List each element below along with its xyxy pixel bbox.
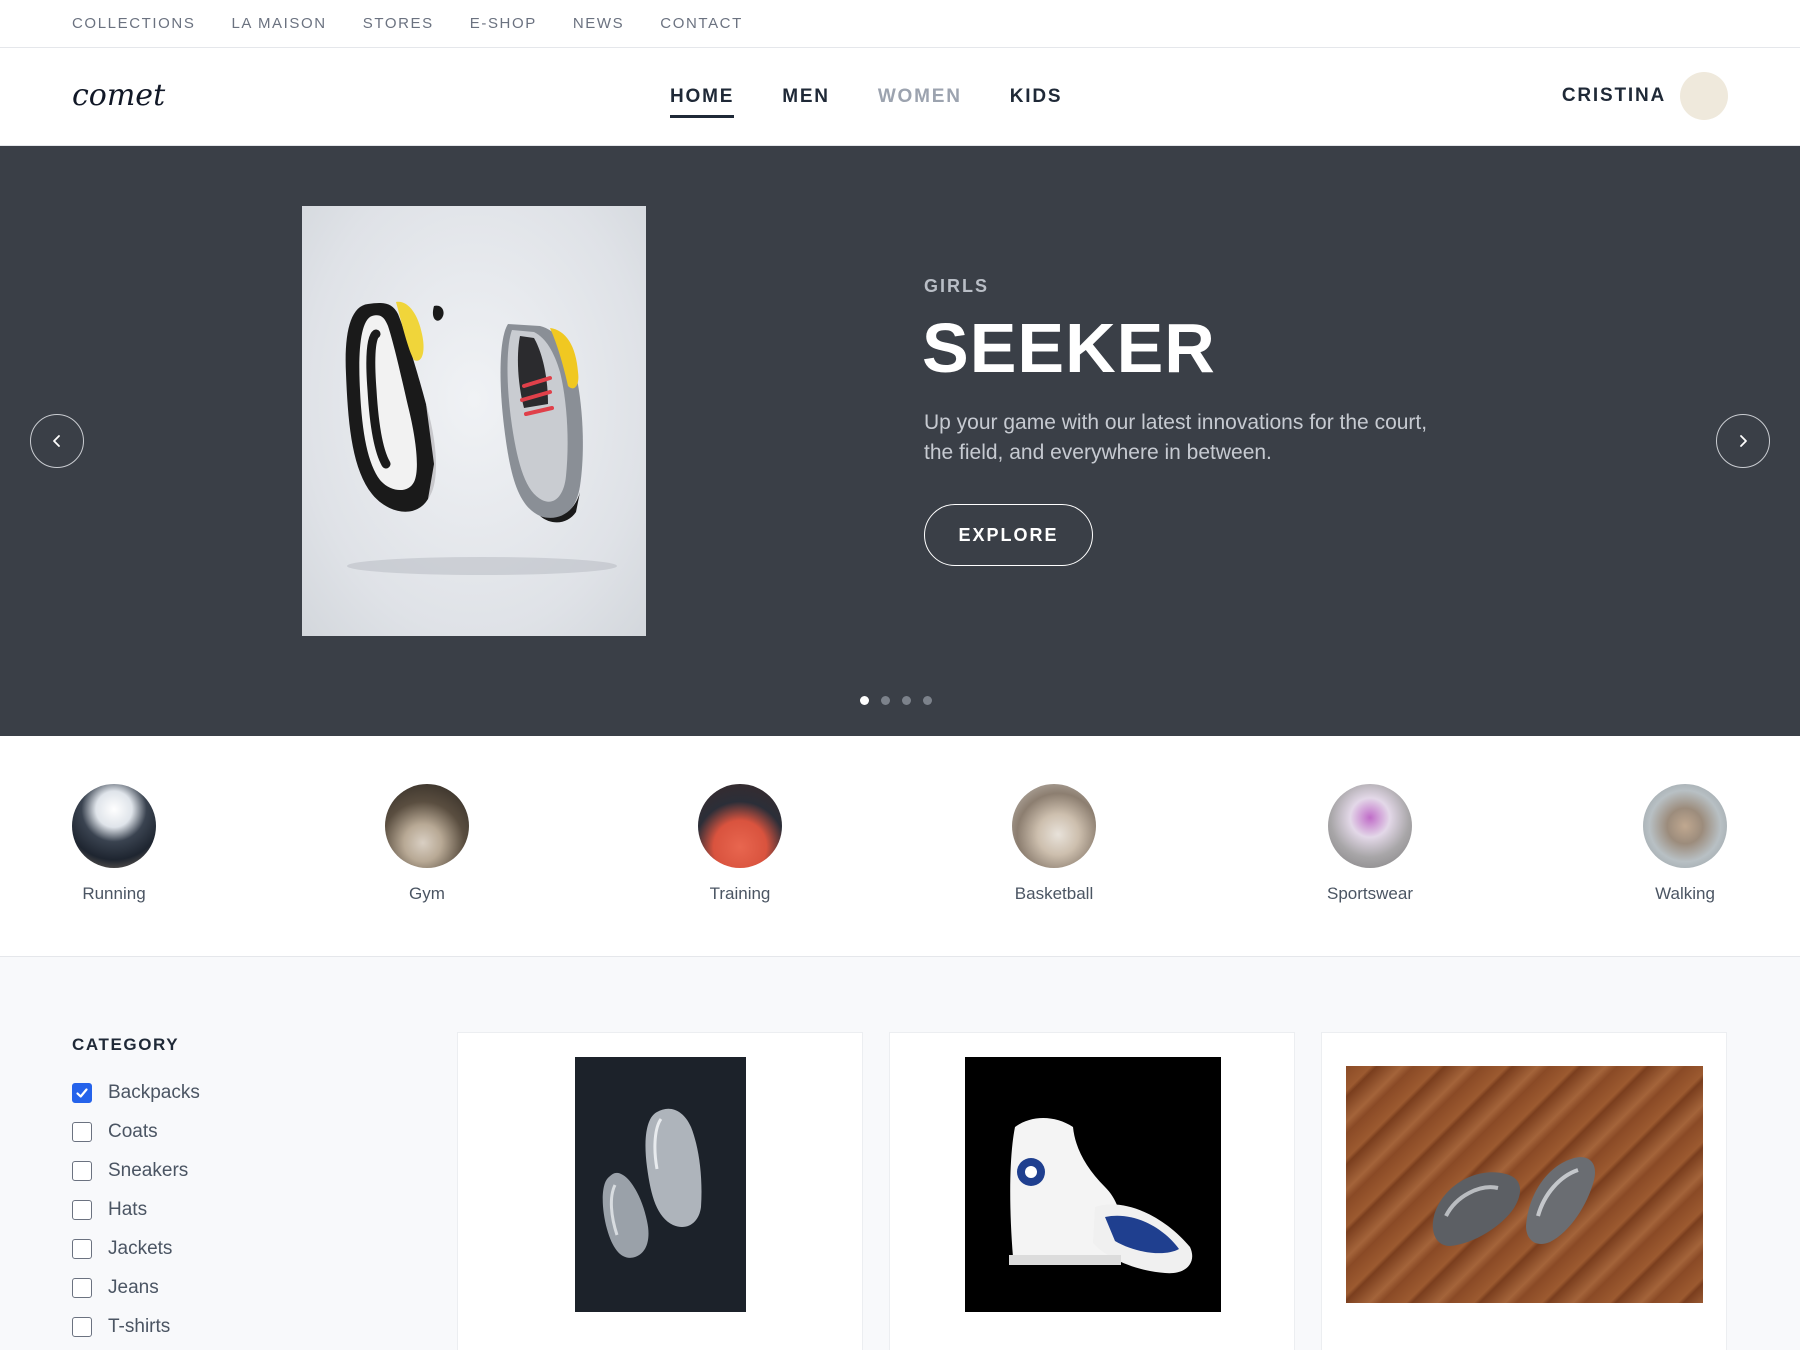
carousel-prev-button[interactable]	[30, 414, 84, 468]
shop-section: CATEGORY Backpacks Coats Sneakers Hats J…	[0, 957, 1800, 1350]
category-filter-title: CATEGORY	[72, 1035, 180, 1054]
nav-men[interactable]: MEN	[782, 78, 830, 116]
filter-label: Jackets	[108, 1237, 173, 1259]
carousel-next-button[interactable]	[1716, 414, 1770, 468]
hero-product-image	[302, 206, 646, 636]
checkbox-checked[interactable]	[72, 1082, 92, 1103]
filter-label: T-shirts	[108, 1315, 171, 1337]
checkbox[interactable]	[72, 1121, 92, 1142]
filter-backpacks[interactable]: Backpacks	[72, 1073, 200, 1112]
activity-label: Sportswear	[1327, 884, 1413, 903]
product-card[interactable]	[1321, 1032, 1727, 1350]
filter-label: Backpacks	[108, 1081, 200, 1103]
nav-home[interactable]: HOME	[670, 78, 735, 118]
product-image[interactable]	[575, 1057, 746, 1312]
utility-link-e-shop[interactable]: E-SHOP	[470, 15, 537, 32]
hero-carousel: GIRLS SEEKER Up your game with our lates…	[0, 146, 1800, 736]
activity-running[interactable]: Running	[44, 784, 184, 904]
filter-label: Hats	[108, 1198, 148, 1220]
carousel-dot-4[interactable]	[923, 696, 932, 705]
user-menu[interactable]: CRISTINA	[1562, 72, 1728, 120]
logo[interactable]: comet	[72, 78, 165, 113]
activity-thumbnail	[385, 784, 469, 868]
utility-link-stores[interactable]: STORES	[363, 15, 434, 32]
main-nav: HOME MEN WOMEN KIDS	[670, 48, 1062, 145]
filter-jeans[interactable]: Jeans	[72, 1268, 200, 1307]
activity-basketball[interactable]: Basketball	[984, 784, 1124, 904]
trail-sneakers-image	[1432, 1157, 1596, 1246]
activity-thumbnail	[1328, 784, 1412, 868]
sneakers-illustration	[345, 301, 617, 575]
product-image[interactable]	[965, 1057, 1221, 1312]
filter-label: Jeans	[108, 1276, 159, 1298]
checkbox[interactable]	[72, 1160, 92, 1181]
utility-links: COLLECTIONS LA MAISON STORES E-SHOP NEWS…	[72, 0, 743, 47]
utility-link-la-maison[interactable]: LA MAISON	[231, 15, 326, 32]
activity-training[interactable]: Training	[670, 784, 810, 904]
hero-kicker: GIRLS	[924, 276, 990, 296]
checkbox[interactable]	[72, 1238, 92, 1259]
carousel-dots	[860, 696, 932, 705]
activity-label: Training	[709, 884, 771, 903]
product-card[interactable]	[889, 1032, 1295, 1350]
utility-link-collections[interactable]: COLLECTIONS	[72, 15, 195, 32]
activity-walking[interactable]: Walking	[1615, 784, 1755, 904]
carousel-dot-2[interactable]	[881, 696, 890, 705]
filter-jackets[interactable]: Jackets	[72, 1229, 200, 1268]
utility-bar: COLLECTIONS LA MAISON STORES E-SHOP NEWS…	[0, 0, 1800, 48]
checkbox[interactable]	[72, 1316, 92, 1337]
activity-label: Basketball	[1014, 884, 1094, 903]
checkbox[interactable]	[72, 1199, 92, 1220]
utility-link-news[interactable]: NEWS	[573, 15, 624, 32]
avatar[interactable]	[1680, 72, 1728, 120]
hero-title: SEEKER	[922, 309, 1216, 387]
activity-label: Running	[82, 884, 146, 903]
main-header: comet HOME MEN WOMEN KIDS CRISTINA	[0, 48, 1800, 146]
activity-sportswear[interactable]: Sportswear	[1300, 784, 1440, 904]
utility-link-contact[interactable]: CONTACT	[660, 15, 743, 32]
chevron-left-icon	[53, 435, 60, 447]
check-icon	[76, 1087, 88, 1098]
activity-thumbnail	[72, 784, 156, 868]
high-top-sneakers-image	[1009, 1118, 1193, 1274]
filter-t-shirts[interactable]: T-shirts	[72, 1307, 200, 1346]
product-image[interactable]	[1346, 1066, 1703, 1303]
explore-button[interactable]: EXPLORE	[924, 504, 1093, 566]
activity-label: Walking	[1655, 884, 1715, 903]
filter-sneakers[interactable]: Sneakers	[72, 1151, 200, 1190]
hero-description: Up your game with our latest innovations…	[924, 411, 1428, 464]
checkbox[interactable]	[72, 1277, 92, 1298]
activity-label: Gym	[409, 884, 445, 903]
nav-kids[interactable]: KIDS	[1010, 78, 1063, 116]
chevron-right-icon	[1740, 435, 1747, 447]
nav-women[interactable]: WOMEN	[878, 78, 962, 116]
activity-gym[interactable]: Gym	[357, 784, 497, 904]
filter-label: Coats	[108, 1120, 158, 1142]
activity-thumbnail	[698, 784, 782, 868]
carousel-dot-1[interactable]	[860, 696, 869, 705]
filter-coats[interactable]: Coats	[72, 1112, 200, 1151]
filter-label: Sneakers	[108, 1159, 189, 1181]
product-card[interactable]	[457, 1032, 863, 1350]
activity-thumbnail	[1643, 784, 1727, 868]
activity-categories: Running Gym Training Basketball Sportswe…	[0, 736, 1800, 957]
user-name[interactable]: CRISTINA	[1562, 85, 1666, 107]
carousel-dot-3[interactable]	[902, 696, 911, 705]
sneaker-pair-image	[602, 1108, 702, 1258]
activity-thumbnail	[1012, 784, 1096, 868]
filter-hats[interactable]: Hats	[72, 1190, 200, 1229]
category-filter-list: Backpacks Coats Sneakers Hats Jackets Je…	[72, 1073, 200, 1346]
